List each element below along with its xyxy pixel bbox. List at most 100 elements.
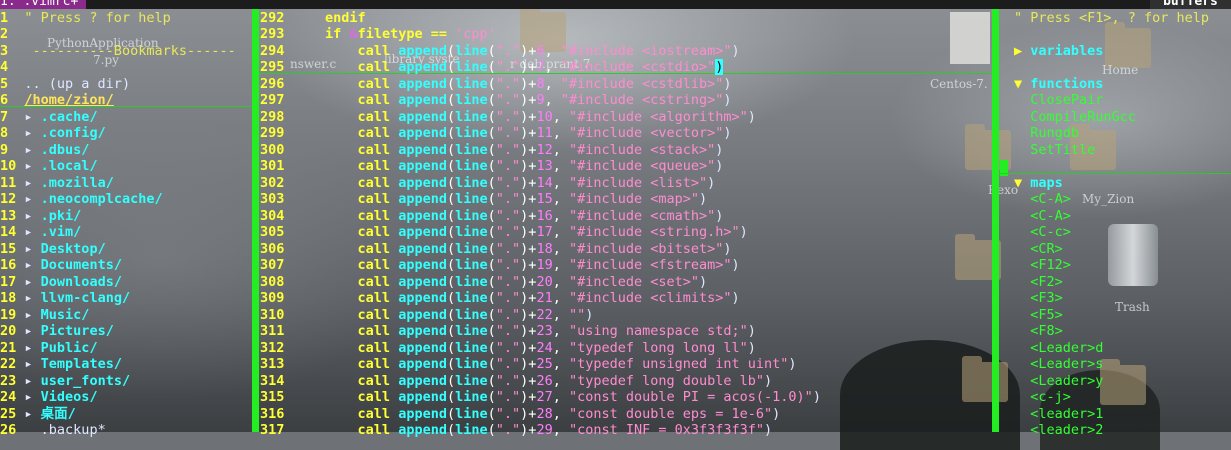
tagbar-row[interactable]: <F8> [1014,323,1063,340]
code-line[interactable]: 296 call append(line(".")+8, "#include <… [260,76,732,93]
tagbar-row[interactable]: <leader>2 [1014,422,1103,439]
tag-function[interactable]: ClosePair [1030,92,1103,108]
tree-row[interactable]: 14 ▸ .vim/ [0,224,81,241]
tab-vimrc[interactable]: 1: .vimrc+ [0,0,86,9]
tree-row[interactable]: 17 ▸ Downloads/ [0,274,122,291]
section-functions[interactable]: functions [1030,76,1103,92]
tree-row[interactable]: 7 ▸ .cache/ [0,109,98,126]
tree-row[interactable]: 5 .. (up a dir) [0,76,130,93]
tagbar-row[interactable]: ▼ functions [1014,76,1103,93]
tree-row[interactable]: 15 ▸ Desktop/ [0,241,106,258]
tag-function[interactable]: SetTitle [1030,142,1095,158]
tagbar-row[interactable]: ▶ variables [1014,43,1103,60]
tree-item-directory[interactable]: Desktop/ [41,241,106,257]
tree-row[interactable]: 18 ▸ llvm-clang/ [0,290,130,307]
tree-row[interactable]: 23 ▸ user_fonts/ [0,373,130,390]
section-variables[interactable]: variables [1030,43,1103,59]
tagbar-row[interactable]: <Leader>s [1014,356,1103,373]
code-line[interactable]: 295 call append(line(".")+7, "#include <… [260,59,724,76]
tag-map[interactable]: <F12> [1030,257,1071,273]
code-line[interactable]: 310 call append(line(".")+22, "") [260,307,593,324]
tree-row[interactable]: 26 .backup* [0,422,106,439]
code-line[interactable]: 311 call append(line(".")+23, "using nam… [260,323,756,340]
code-line[interactable]: 305 call append(line(".")+17, "#include … [260,224,748,241]
tree-row[interactable]: 4 [0,59,24,76]
tree-row[interactable]: 2 [0,26,24,43]
code-line[interactable]: 312 call append(line(".")+24, "typedef l… [260,340,756,357]
code-line[interactable]: 297 call append(line(".")+9, "#include <… [260,92,732,109]
tag-map[interactable]: <Leader>s [1030,356,1103,372]
tree-row[interactable]: 13 ▸ .pki/ [0,208,81,225]
code-line[interactable]: 292 endif [260,10,366,27]
tree-row[interactable]: 11 ▸ .mozilla/ [0,175,114,192]
code-line[interactable]: 308 call append(line(".")+20, "#inclede … [260,274,707,291]
tree-row[interactable]: 22 ▸ Templates/ [0,356,122,373]
tagbar-row[interactable]: ▼ maps [1014,175,1063,192]
tree-row[interactable]: 10 ▸ .local/ [0,158,98,175]
tag-map[interactable]: <F8> [1030,323,1063,339]
code-line[interactable]: 309 call append(line(".")+21, "#include … [260,290,740,307]
tagbar-row[interactable]: CompileRunGcc [1014,109,1136,126]
tree-item-directory[interactable]: .cache/ [41,109,98,125]
tag-map[interactable]: <leader>1 [1030,406,1103,422]
code-line[interactable]: 294 call append(line(".")+6, "#include <… [260,43,740,60]
code-line[interactable]: 301 call append(line(".")+13, "#include … [260,158,723,175]
code-line[interactable]: 299 call append(line(".")+11, "#include … [260,125,732,142]
code-line[interactable]: 298 call append(line(".")+10, "#include … [260,109,756,126]
tag-map[interactable]: <leader>2 [1030,422,1103,438]
root-dir[interactable]: /home/zion/ [24,92,113,108]
code-line[interactable]: 300 call append(line(".")+12, "#include … [260,142,723,159]
tree-row[interactable]: 8 ▸ .config/ [0,125,106,142]
code-line[interactable]: 304 call append(line(".")+16, "#include … [260,208,723,225]
tree-item-file[interactable]: .backup* [41,422,106,438]
tree-row[interactable]: 24 ▸ Videos/ [0,389,98,406]
tree-item-directory[interactable]: Downloads/ [41,274,122,290]
tree-item-directory[interactable]: .dbus/ [41,142,90,158]
tree-row[interactable]: 3 ----------Bookmarks------ [0,43,236,60]
tagbar-row[interactable]: <C-A> [1014,208,1071,225]
pane-separator[interactable] [252,9,259,432]
tree-item-directory[interactable]: Videos/ [41,389,98,405]
tagbar-row[interactable]: <Leader>y [1014,373,1103,390]
tag-function[interactable]: Rungdb [1030,125,1079,141]
tagbar-row[interactable]: <F5> [1014,307,1063,324]
tree-item-directory[interactable]: .local/ [41,158,98,174]
pane-separator[interactable] [992,9,999,432]
tree-item-directory[interactable]: .vim/ [41,224,82,240]
tag-map[interactable]: <F5> [1030,307,1063,323]
tagbar-row[interactable]: <C-A> [1014,191,1071,208]
tag-map[interactable]: <Leader>y [1030,373,1103,389]
tree-row[interactable]: 25 ▸ 桌面/ [0,406,76,423]
code-line[interactable]: 303 call append(line(".")+15, "#include … [260,191,707,208]
code-line[interactable]: 315 call append(line(".")+27, "const dou… [260,389,821,406]
tree-item-directory[interactable]: Pictures/ [41,323,114,339]
tag-map[interactable]: <C-c> [1030,224,1071,240]
tree-item-directory[interactable]: llvm-clang/ [41,290,130,306]
tagbar-row[interactable]: <c-j> [1014,389,1071,406]
code-line[interactable]: 307 call append(line(".")+19, "#include … [260,257,740,274]
tree-row[interactable]: 16 ▸ Documents/ [0,257,122,274]
tagbar-row[interactable]: <F2> [1014,274,1063,291]
tag-map[interactable]: <c-j> [1030,389,1071,405]
section-maps[interactable]: maps [1030,175,1063,191]
tag-map[interactable]: <C-A> [1030,208,1071,224]
tagbar-row[interactable]: <C-c> [1014,224,1071,241]
code-line[interactable]: 293 if &filetype == 'cpp' [260,26,496,43]
code-line[interactable]: 313 call append(line(".")+25, "typedef u… [260,356,797,373]
tag-map[interactable]: <C-A> [1030,191,1071,207]
tree-row[interactable]: 9 ▸ .dbus/ [0,142,89,159]
tree-row[interactable]: 1 " Press ? for help [0,10,171,27]
tree-item-directory[interactable]: .config/ [41,125,106,141]
tree-item-directory[interactable]: .neocomplcache/ [41,191,163,207]
tagbar-row[interactable]: <Leader>d [1014,340,1103,357]
tree-row[interactable]: 6 /home/zion/ [0,92,114,109]
tagbar-row[interactable]: <CR> [1014,241,1063,258]
tagbar-row[interactable]: Rungdb [1014,125,1079,142]
tree-item-directory[interactable]: Music/ [41,307,90,323]
tagbar-row[interactable]: <F3> [1014,290,1063,307]
tree-row[interactable]: 12 ▸ .neocomplcache/ [0,191,163,208]
tag-map[interactable]: <CR> [1030,241,1063,257]
tag-map[interactable]: <Leader>d [1030,340,1103,356]
up-dir-link[interactable]: .. (up a dir) [24,76,130,92]
tag-map[interactable]: <F3> [1030,290,1063,306]
